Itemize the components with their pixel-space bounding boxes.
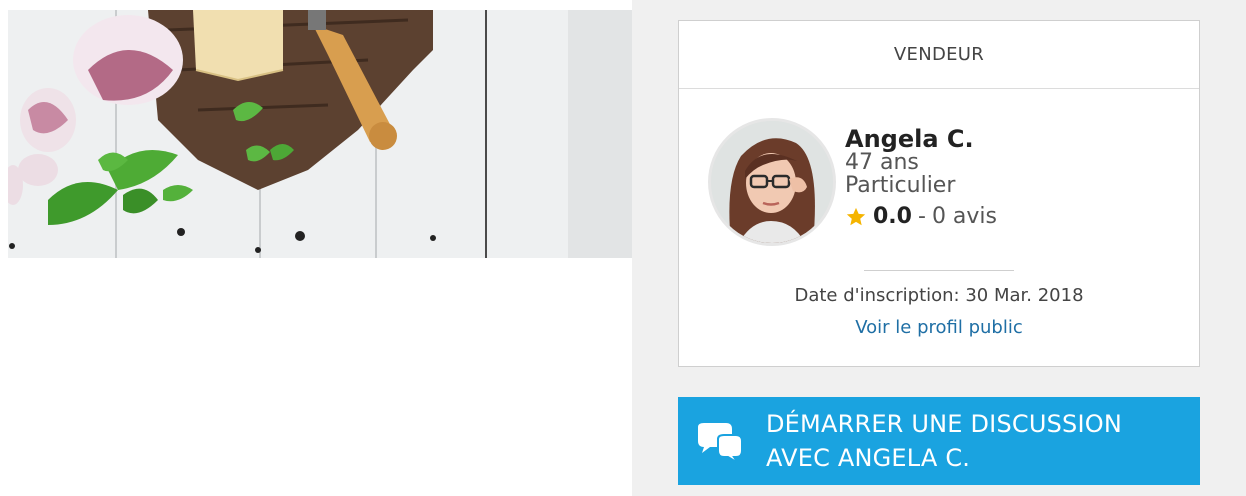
rating-reviews: 0 avis <box>931 204 998 229</box>
rating-score: 0.0 <box>873 204 912 229</box>
chat-bubbles-icon <box>698 423 743 463</box>
seller-card: VENDEUR Angela C. 47 ans Particulier 0.0… <box>678 20 1200 367</box>
public-profile-link[interactable]: Voir le profil public <box>679 317 1199 338</box>
seller-type: Particulier <box>845 173 956 198</box>
seller-name: Angela C. <box>845 125 974 153</box>
seller-avatar[interactable] <box>708 118 836 246</box>
seller-rating: 0.0 - 0 avis <box>845 205 997 229</box>
seller-section-title: VENDEUR <box>679 21 1199 89</box>
start-discussion-label-line2: AVEC ANGELA C. <box>766 444 971 472</box>
star-icon <box>846 207 866 226</box>
start-discussion-label-line1: DÉMARRER UNE DISCUSSION <box>766 410 1123 438</box>
start-discussion-button[interactable]: DÉMARRER UNE DISCUSSION AVEC ANGELA C. <box>678 397 1200 485</box>
rating-separator: - <box>917 204 926 229</box>
signup-date: Date d'inscription: 30 Mar. 2018 <box>794 285 1084 306</box>
product-photo <box>8 10 632 258</box>
seller-age: 47 ans <box>845 150 919 175</box>
card-divider <box>864 270 1014 271</box>
start-discussion-label: DÉMARRER UNE DISCUSSION AVEC ANGELA C. <box>766 407 1186 475</box>
